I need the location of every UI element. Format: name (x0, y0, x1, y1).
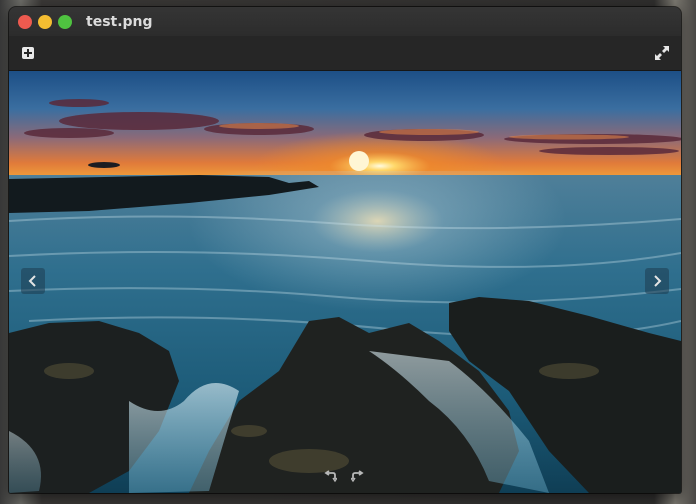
image-canvas[interactable] (9, 71, 681, 493)
close-button[interactable] (18, 14, 32, 29)
next-image-button[interactable] (645, 268, 669, 294)
rotate-left-icon (324, 470, 337, 483)
window-title: test.png (86, 13, 153, 30)
rotate-right-button[interactable] (350, 469, 366, 485)
previous-image-button[interactable] (21, 268, 45, 294)
fullscreen-button[interactable] (653, 44, 671, 62)
chevron-right-icon (654, 275, 662, 287)
toolbar (9, 36, 681, 71)
window-controls (18, 14, 72, 29)
rotate-left-button[interactable] (322, 469, 338, 485)
add-icon (22, 47, 34, 59)
add-button[interactable] (19, 44, 37, 62)
fullscreen-icon (655, 46, 669, 60)
rotate-right-icon (351, 470, 364, 483)
chevron-left-icon (28, 275, 36, 287)
seascape-image (9, 71, 681, 493)
title-bar: test.png (9, 7, 681, 36)
image-viewer-window: test.png (9, 7, 681, 493)
minimize-button[interactable] (38, 14, 52, 29)
maximize-button[interactable] (58, 14, 72, 29)
rotate-controls (322, 469, 366, 485)
